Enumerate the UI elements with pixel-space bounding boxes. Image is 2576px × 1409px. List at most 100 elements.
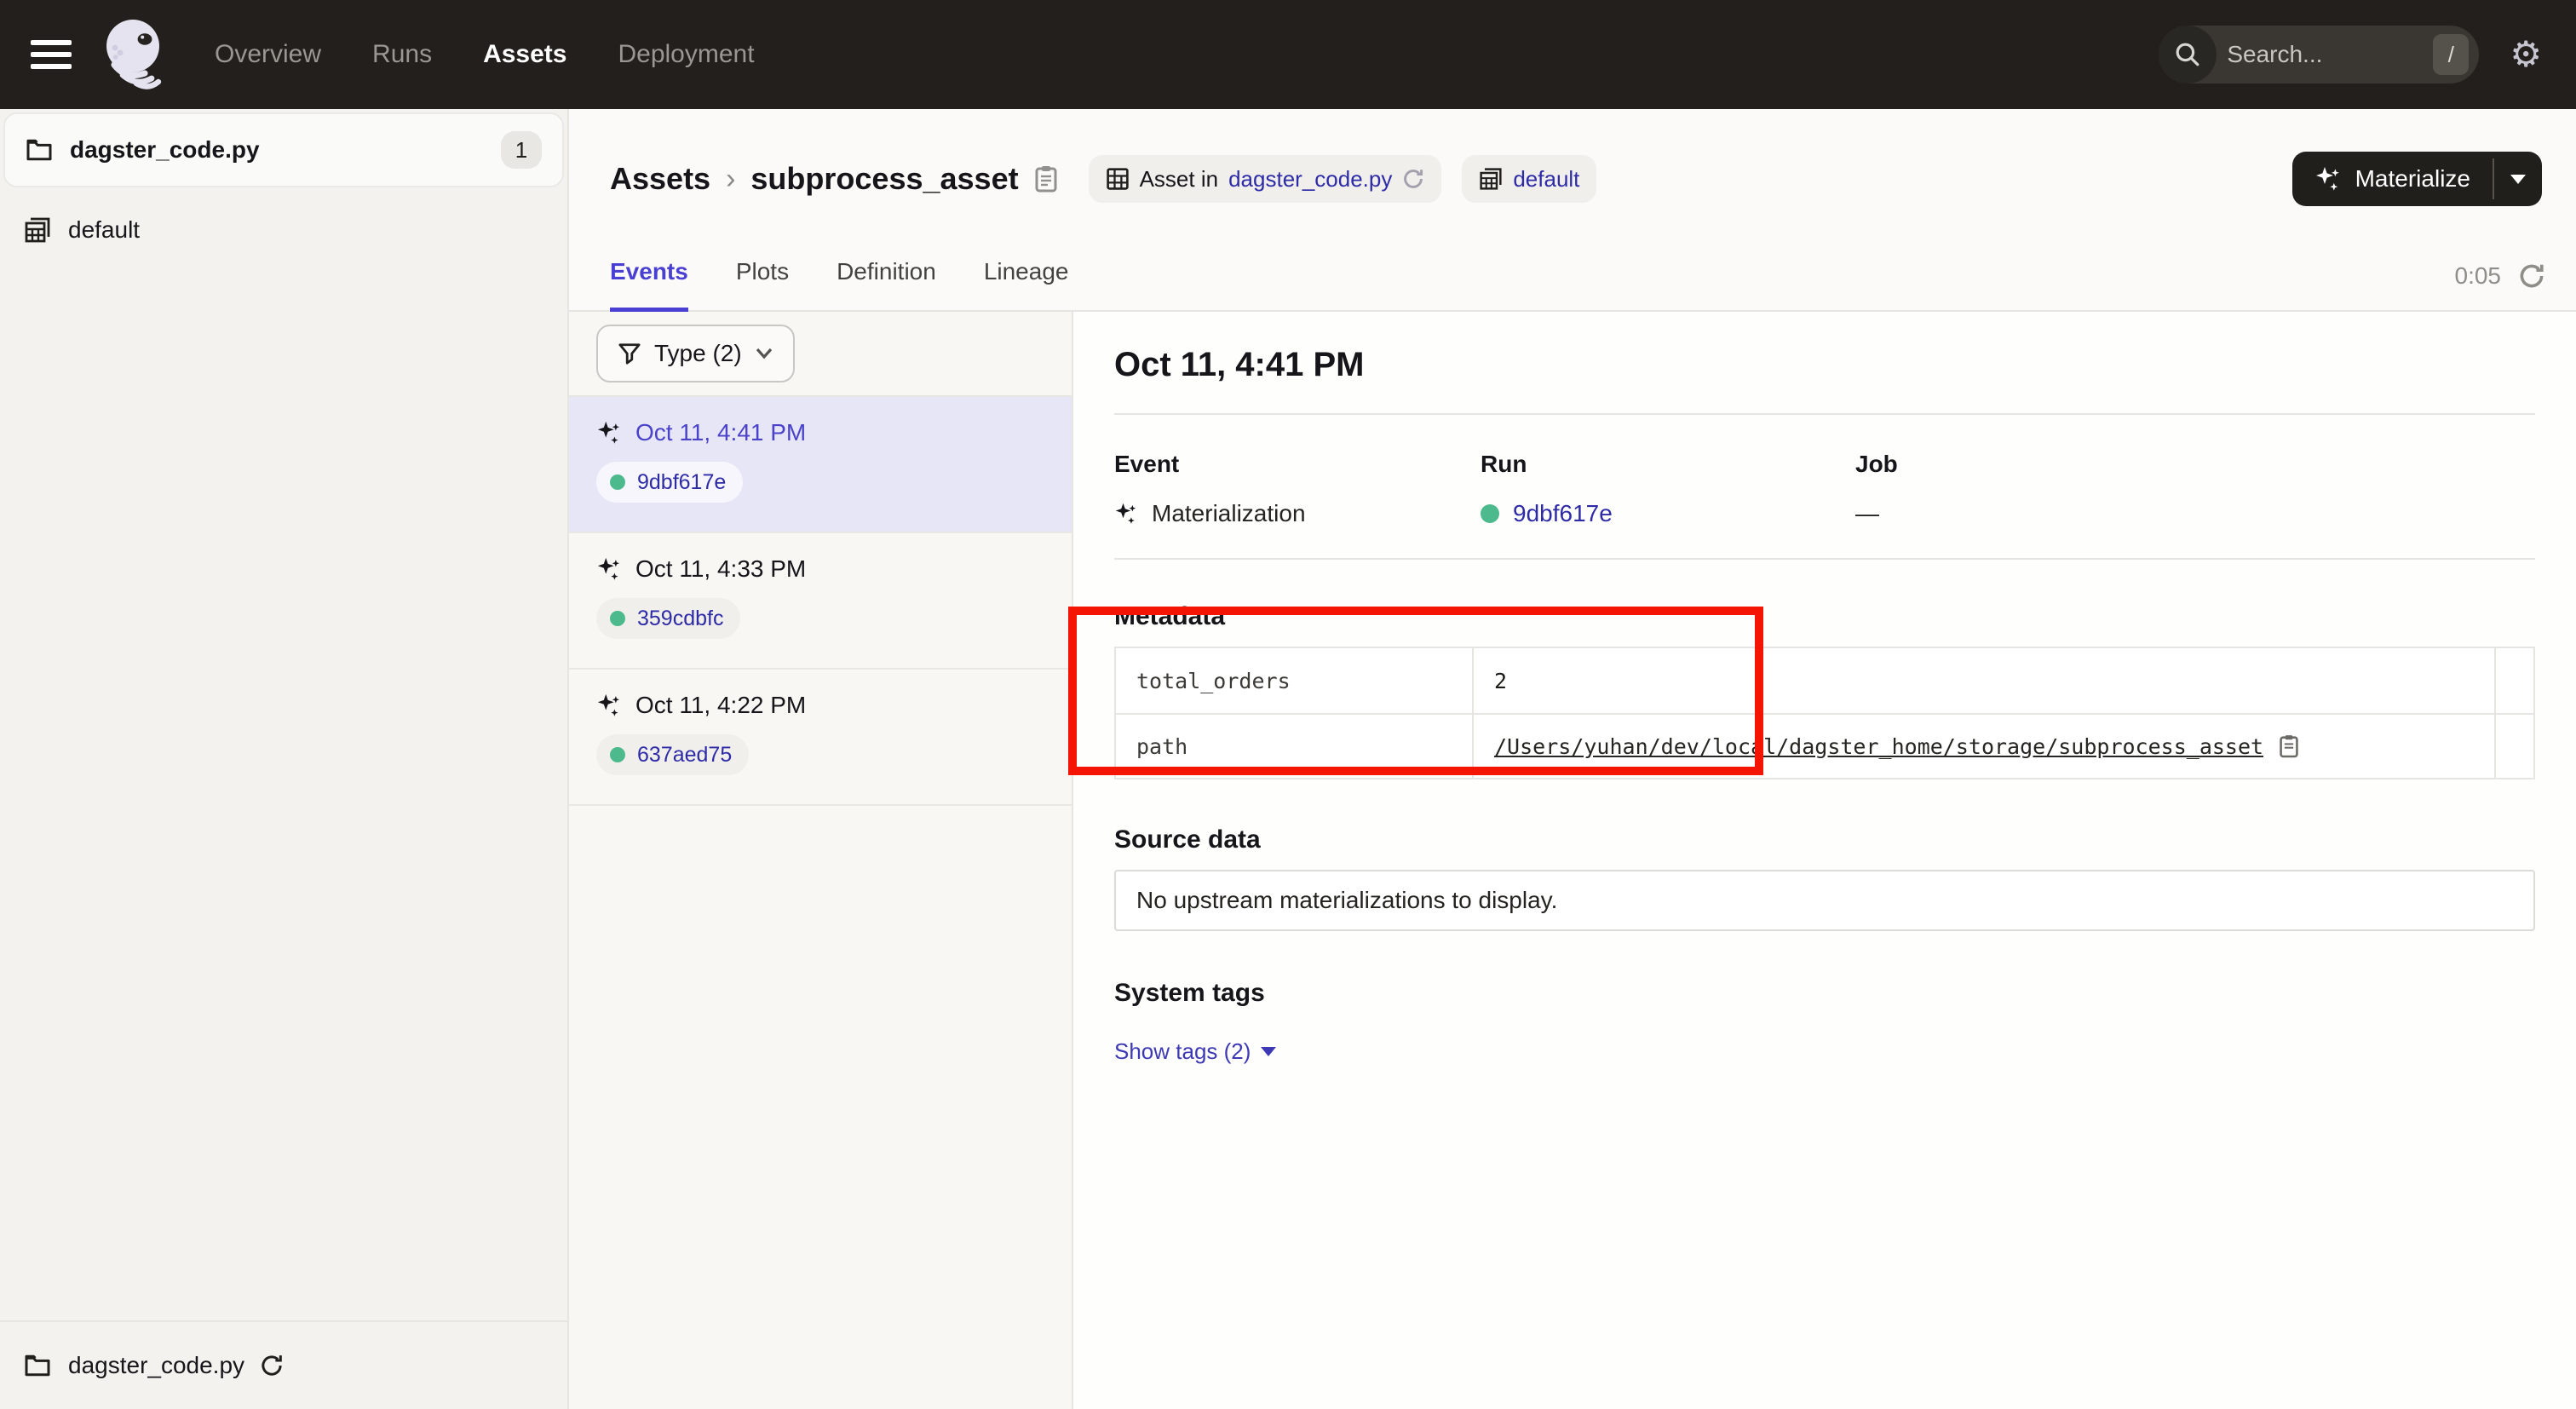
event-row[interactable]: Oct 11, 4:33 PM 359cdbfc bbox=[569, 533, 1072, 670]
show-tags-toggle[interactable]: Show tags (2) bbox=[1114, 1038, 1276, 1065]
settings-gear-icon[interactable]: ⚙ bbox=[2510, 37, 2542, 72]
event-filter-bar: Type (2) bbox=[569, 312, 1072, 397]
asset-group-icon bbox=[24, 216, 51, 244]
metadata-row: total_orders 2 bbox=[1116, 648, 2533, 713]
tab-events[interactable]: Events bbox=[610, 258, 688, 312]
refresh-countdown-value: 0:05 bbox=[2455, 262, 2502, 290]
search-box[interactable]: / bbox=[2159, 26, 2479, 83]
copy-path-icon[interactable] bbox=[2279, 733, 2299, 759]
events-content: Type (2) Oct 11, 4:41 PM bbox=[569, 312, 2576, 1409]
caret-down-icon bbox=[2510, 175, 2526, 184]
event-timestamp: Oct 11, 4:33 PM bbox=[635, 555, 806, 583]
reload-icon[interactable] bbox=[260, 1354, 284, 1377]
breadcrumb-separator: › bbox=[726, 163, 735, 196]
show-tags-label: Show tags (2) bbox=[1114, 1038, 1251, 1065]
asset-tabs: Events Plots Definition Lineage 0:05 bbox=[569, 228, 2576, 312]
dagster-logo-icon[interactable] bbox=[99, 15, 170, 94]
refresh-icon[interactable] bbox=[2518, 262, 2545, 290]
asset-tags: Asset in dagster_code.py default bbox=[1089, 155, 1597, 203]
asset-in-label: Asset in bbox=[1140, 166, 1219, 193]
type-filter-label: Type (2) bbox=[654, 340, 742, 367]
event-row[interactable]: Oct 11, 4:41 PM 9dbf617e bbox=[569, 397, 1072, 533]
run-id-link: 9dbf617e bbox=[637, 470, 726, 495]
run-id-link: 359cdbfc bbox=[637, 607, 723, 631]
footer-code-location-label: dagster_code.py bbox=[68, 1352, 244, 1379]
run-status-dot bbox=[1481, 504, 1499, 523]
tab-definition[interactable]: Definition bbox=[837, 258, 936, 312]
caret-down-icon bbox=[1261, 1047, 1276, 1056]
nav-item-overview[interactable]: Overview bbox=[215, 40, 321, 69]
metadata-path-link[interactable]: /Users/yuhan/dev/local/dagster_home/stor… bbox=[1494, 734, 2263, 759]
run-id-link: 637aed75 bbox=[637, 743, 732, 768]
run-status-dot bbox=[610, 747, 625, 762]
run-chip[interactable]: 9dbf617e bbox=[596, 462, 743, 503]
event-detail-panel: Oct 11, 4:41 PM Event Materialization bbox=[1073, 312, 2576, 1409]
metadata-table: total_orders 2 path /Users/yuhan/dev/loc… bbox=[1114, 647, 2535, 779]
metadata-key: path bbox=[1116, 715, 1474, 778]
asset-sidebar: dagster_code.py 1 default dagster_code.p… bbox=[0, 109, 569, 1409]
materialize-label: Materialize bbox=[2355, 165, 2470, 193]
metadata-row: path /Users/yuhan/dev/local/dagster_home… bbox=[1116, 713, 2533, 778]
nav-item-deployment[interactable]: Deployment bbox=[618, 40, 754, 69]
page-header: Assets › subprocess_asset bbox=[569, 109, 2576, 228]
reload-code-location-icon[interactable] bbox=[1402, 168, 1424, 190]
metadata-value: 2 bbox=[1494, 669, 1507, 693]
materialize-sparkle-icon bbox=[2314, 165, 2342, 193]
job-column-label: Job bbox=[1855, 451, 2535, 478]
run-column-label: Run bbox=[1481, 451, 1855, 478]
sidebar-footer-code-location[interactable]: dagster_code.py bbox=[0, 1320, 567, 1409]
nav-item-runs[interactable]: Runs bbox=[372, 40, 432, 69]
event-type-value: Materialization bbox=[1152, 500, 1306, 527]
materialize-button[interactable]: Materialize bbox=[2292, 152, 2493, 206]
group-chip[interactable]: default bbox=[1462, 155, 1596, 203]
nav-links: Overview Runs Assets Deployment bbox=[215, 40, 755, 69]
run-id-link[interactable]: 9dbf617e bbox=[1513, 500, 1613, 527]
nav-item-assets[interactable]: Assets bbox=[483, 40, 566, 69]
materialize-dropdown-button[interactable] bbox=[2494, 152, 2542, 206]
materialization-sparkle-icon bbox=[596, 693, 622, 718]
folder-icon bbox=[26, 138, 53, 162]
search-shortcut-badge: / bbox=[2433, 34, 2469, 75]
event-timestamp: Oct 11, 4:22 PM bbox=[635, 692, 806, 719]
event-list-panel: Type (2) Oct 11, 4:41 PM bbox=[569, 312, 1073, 1409]
metadata-heading: Metadata bbox=[1114, 602, 2535, 631]
event-timestamp: Oct 11, 4:41 PM bbox=[635, 419, 806, 446]
source-data-heading: Source data bbox=[1114, 825, 2535, 854]
system-tags-heading: System tags bbox=[1114, 979, 2535, 1008]
event-row[interactable]: Oct 11, 4:22 PM 637aed75 bbox=[569, 670, 1072, 806]
materialize-split-button: Materialize bbox=[2292, 152, 2542, 206]
run-status-dot bbox=[610, 474, 625, 490]
top-nav: Overview Runs Assets Deployment / ⚙ bbox=[0, 0, 2576, 109]
materialization-sparkle-icon bbox=[596, 556, 622, 582]
group-label: default bbox=[68, 216, 140, 244]
run-chip[interactable]: 637aed75 bbox=[596, 734, 749, 775]
main-panel: Assets › subprocess_asset bbox=[569, 109, 2576, 1409]
metadata-key: total_orders bbox=[1116, 648, 1474, 713]
type-filter-button[interactable]: Type (2) bbox=[596, 325, 795, 382]
event-column-label: Event bbox=[1114, 451, 1481, 478]
materialization-sparkle-icon bbox=[596, 420, 622, 446]
asset-count-badge: 1 bbox=[501, 131, 542, 169]
breadcrumb-assets-link[interactable]: Assets bbox=[610, 161, 710, 197]
materialization-sparkle-icon bbox=[1114, 502, 1138, 526]
event-info-grid: Event Materialization Run bbox=[1114, 415, 2535, 558]
sidebar-group-default[interactable]: default bbox=[0, 196, 567, 264]
tab-plots[interactable]: Plots bbox=[736, 258, 789, 312]
tab-lineage[interactable]: Lineage bbox=[984, 258, 1069, 312]
empty-message-text: No upstream materializations to display. bbox=[1136, 887, 1557, 914]
search-input[interactable] bbox=[2217, 41, 2433, 68]
source-data-empty-message: No upstream materializations to display. bbox=[1114, 870, 2535, 931]
chevron-down-icon bbox=[756, 348, 773, 359]
run-chip[interactable]: 359cdbfc bbox=[596, 598, 740, 639]
code-location-label: dagster_code.py bbox=[70, 136, 260, 164]
asset-group-icon bbox=[1479, 167, 1503, 191]
asset-in-code-location-chip[interactable]: Asset in dagster_code.py bbox=[1089, 155, 1442, 203]
copy-asset-name-icon[interactable] bbox=[1034, 164, 1058, 193]
run-status-dot bbox=[610, 611, 625, 626]
sidebar-code-location[interactable]: dagster_code.py 1 bbox=[3, 112, 564, 187]
group-link[interactable]: default bbox=[1513, 166, 1579, 193]
filter-funnel-icon bbox=[618, 342, 641, 365]
hamburger-menu-icon[interactable] bbox=[31, 40, 72, 69]
code-location-link[interactable]: dagster_code.py bbox=[1228, 166, 1392, 193]
refresh-countdown[interactable]: 0:05 bbox=[2455, 262, 2546, 290]
